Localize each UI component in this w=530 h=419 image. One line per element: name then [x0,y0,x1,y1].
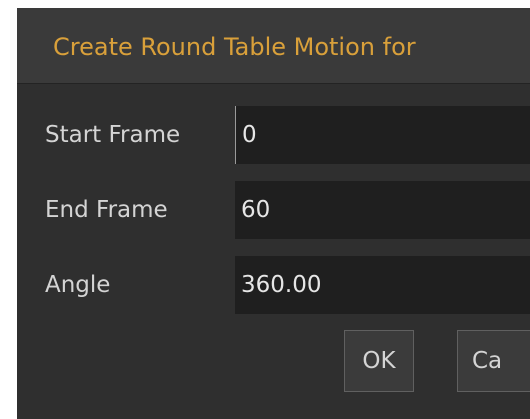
dialog-title: Create Round Table Motion for [53,33,416,61]
start-frame-input[interactable] [235,106,530,164]
end-frame-label: End Frame [45,197,168,223]
cancel-button[interactable]: Ca [457,330,530,392]
start-frame-label: Start Frame [45,122,181,148]
ok-button[interactable]: OK [344,330,414,392]
round-table-motion-dialog: Create Round Table Motion for Start Fram… [17,8,530,419]
window-backdrop [0,0,17,419]
dialog-titlebar[interactable]: Create Round Table Motion for [17,8,530,84]
end-frame-input[interactable] [235,181,530,239]
angle-label: Angle [45,272,111,298]
angle-input[interactable] [235,256,530,314]
